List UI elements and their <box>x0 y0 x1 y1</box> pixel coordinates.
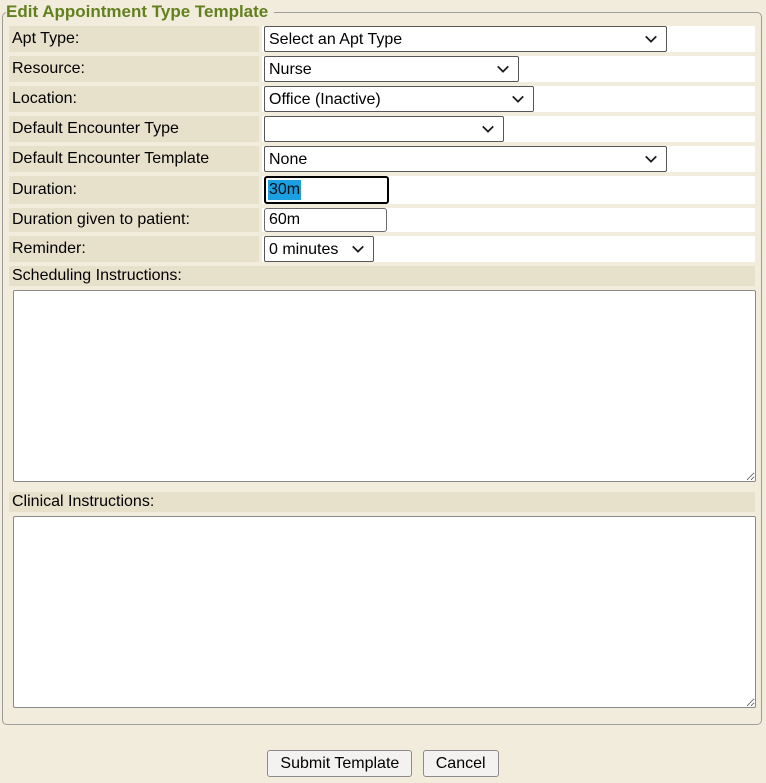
clinical-instructions-header-row: Clinical Instructions: <box>9 492 755 512</box>
duration-input[interactable]: 30m <box>264 176 389 204</box>
default-encounter-template-label: Default Encounter Template <box>9 146 259 172</box>
default-encounter-type-row: Default Encounter Type <box>9 116 755 142</box>
duration-row: Duration: 30m <box>9 176 755 204</box>
scheduling-instructions-header-row: Scheduling Instructions: <box>9 266 755 286</box>
default-encounter-template-select[interactable]: None <box>264 146 667 172</box>
clinical-instructions-label: Clinical Instructions: <box>9 492 755 512</box>
resource-field-cell: Nurse <box>262 56 755 82</box>
duration-patient-label: Duration given to patient: <box>9 208 259 232</box>
reminder-row: Reminder: 0 minutes <box>9 236 755 262</box>
appointment-template-form: Apt Type: Select an Apt Type Resource: N… <box>6 22 758 718</box>
clinical-instructions-textarea[interactable] <box>13 516 756 708</box>
duration-label: Duration: <box>9 176 259 204</box>
resource-label: Resource: <box>9 56 259 82</box>
apt-type-row: Apt Type: Select an Apt Type <box>9 26 755 52</box>
apt-type-label: Apt Type: <box>9 26 259 52</box>
resource-row: Resource: Nurse <box>9 56 755 82</box>
form-button-bar: Submit Template Cancel <box>0 750 766 783</box>
resource-select[interactable]: Nurse <box>264 56 519 82</box>
reminder-label: Reminder: <box>9 236 259 262</box>
scheduling-instructions-textarea[interactable] <box>13 290 756 482</box>
duration-patient-input[interactable] <box>264 208 387 232</box>
location-row: Location: Office (Inactive) <box>9 86 755 112</box>
reminder-field-cell: 0 minutes <box>262 236 755 262</box>
duration-selected-text: 30m <box>268 180 301 200</box>
location-label: Location: <box>9 86 259 112</box>
edit-appointment-type-template-fieldset: Edit Appointment Type Template Apt Type:… <box>2 2 762 725</box>
default-encounter-template-field-cell: None <box>262 146 755 172</box>
reminder-select[interactable]: 0 minutes <box>264 236 374 262</box>
default-encounter-type-label: Default Encounter Type <box>9 116 259 142</box>
location-select[interactable]: Office (Inactive) <box>264 86 534 112</box>
duration-patient-row: Duration given to patient: <box>9 208 755 232</box>
clinical-instructions-row <box>9 516 755 714</box>
duration-field-cell: 30m <box>262 176 755 204</box>
duration-patient-field-cell <box>262 208 755 232</box>
page-title: Edit Appointment Type Template <box>6 2 274 22</box>
default-encounter-template-row: Default Encounter Template None <box>9 146 755 172</box>
location-field-cell: Office (Inactive) <box>262 86 755 112</box>
apt-type-field-cell: Select an Apt Type <box>262 26 755 52</box>
clinical-instructions-cell <box>9 516 755 714</box>
apt-type-select[interactable]: Select an Apt Type <box>264 26 667 52</box>
scheduling-instructions-label: Scheduling Instructions: <box>9 266 755 286</box>
default-encounter-type-select[interactable] <box>264 116 504 142</box>
scheduling-instructions-cell <box>9 290 755 488</box>
scheduling-instructions-row <box>9 290 755 488</box>
default-encounter-type-field-cell <box>262 116 755 142</box>
